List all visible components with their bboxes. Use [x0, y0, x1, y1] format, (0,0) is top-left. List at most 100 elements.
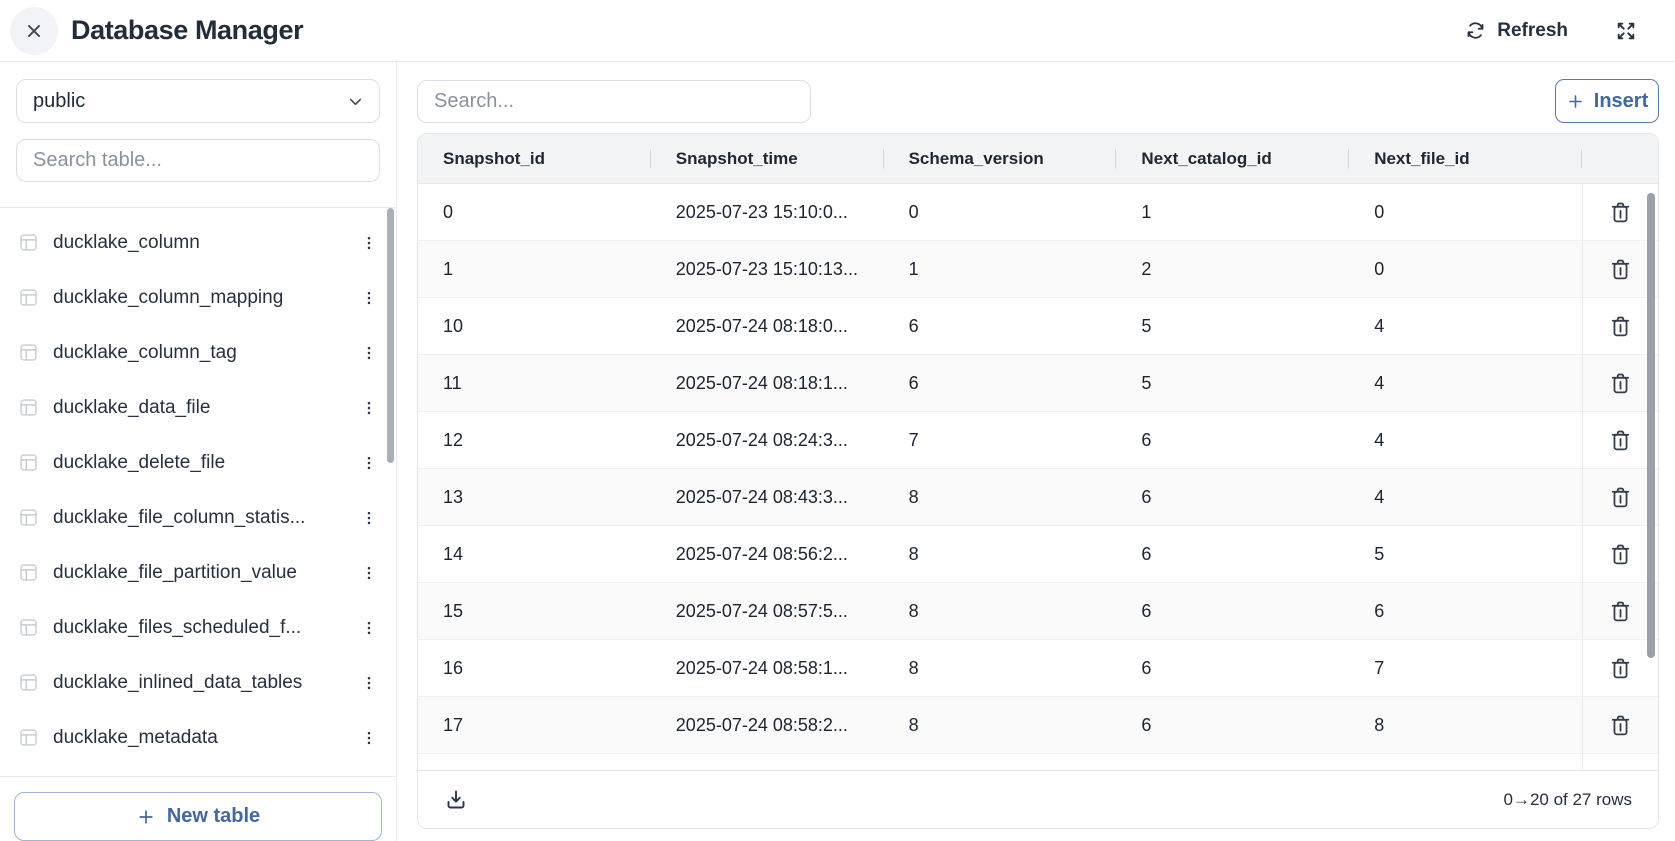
delete-row-button[interactable] [1604, 424, 1637, 457]
table-options-kebab-icon[interactable] [356, 723, 382, 753]
table-name: ducklake_data_file [53, 397, 342, 419]
table-name: ducklake_files_scheduled_f... [53, 617, 342, 639]
sidebar-table-item[interactable]: ducklake_delete_file [0, 435, 396, 490]
sidebar-table-item[interactable]: ducklake_file_partition_value [0, 545, 396, 600]
trash-icon [1608, 656, 1633, 681]
row-count-text: 0→20 of 27 rows [1503, 790, 1632, 810]
cell-next-catalog-id: 5 [1116, 373, 1349, 394]
table-options-kebab-icon[interactable] [356, 668, 382, 698]
table-row[interactable]: 13 2025-07-24 08:43:3... 8 6 4 [418, 469, 1658, 526]
table-search-input[interactable] [16, 139, 380, 182]
column-header-snapshot-time[interactable]: Snapshot_time [651, 149, 884, 169]
cell-snapshot-time: 2025-07-23 15:10:13... [651, 259, 884, 280]
sidebar-table-item[interactable]: ducklake_column [0, 215, 396, 270]
table-row[interactable]: 11 2025-07-24 08:18:1... 6 5 4 [418, 355, 1658, 412]
trash-icon [1608, 428, 1633, 453]
sidebar-table-item[interactable]: ducklake_metadata [0, 710, 396, 765]
column-header-snapshot-id[interactable]: Snapshot_id [418, 149, 651, 169]
table-body: 0 2025-07-23 15:10:0... 0 1 0 1 2025-07-… [418, 184, 1658, 770]
table-icon [18, 562, 39, 583]
cell-schema-version: 0 [884, 202, 1117, 223]
table-row[interactable]: 16 2025-07-24 08:58:1... 8 6 7 [418, 640, 1658, 697]
refresh-button[interactable]: Refresh [1465, 20, 1568, 42]
delete-row-button[interactable] [1604, 652, 1637, 685]
sidebar-table-item[interactable]: ducklake_data_file [0, 380, 396, 435]
search-input[interactable] [417, 80, 811, 123]
table-options-kebab-icon[interactable] [356, 228, 382, 258]
cell-next-catalog-id: 6 [1116, 544, 1349, 565]
table-scrollbar[interactable] [1647, 193, 1655, 658]
sidebar-table-item[interactable]: ducklake_files_scheduled_f... [0, 600, 396, 655]
delete-row-button[interactable] [1604, 595, 1637, 628]
trash-icon [1608, 257, 1633, 282]
cell-next-file-id: 4 [1349, 430, 1582, 451]
table-row[interactable]: 15 2025-07-24 08:57:5... 8 6 6 [418, 583, 1658, 640]
cell-schema-version: 8 [884, 601, 1117, 622]
table-footer: 0→20 of 27 rows [418, 770, 1658, 828]
table-options-kebab-icon[interactable] [356, 503, 382, 533]
table-row[interactable]: 17 2025-07-24 08:58:2... 8 6 8 [418, 697, 1658, 754]
cell-snapshot-id: 1 [418, 259, 651, 280]
table-row[interactable]: 12 2025-07-24 08:24:3... 7 6 4 [418, 412, 1658, 469]
table-options-kebab-icon[interactable] [356, 283, 382, 313]
table-icon [18, 617, 39, 638]
table-row[interactable]: 0 2025-07-23 15:10:0... 0 1 0 [418, 184, 1658, 241]
delete-row-button[interactable] [1604, 196, 1637, 229]
cell-schema-version: 7 [884, 430, 1117, 451]
table-options-kebab-icon[interactable] [356, 558, 382, 588]
table-icon [18, 672, 39, 693]
close-button[interactable] [10, 7, 58, 55]
sidebar-table-item[interactable]: ducklake_column_mapping [0, 270, 396, 325]
table-name: ducklake_file_column_statis... [53, 507, 342, 529]
table-name: ducklake_delete_file [53, 452, 342, 474]
sidebar-table-item[interactable]: ducklake_column_tag [0, 325, 396, 380]
cell-snapshot-id: 17 [418, 715, 651, 736]
delete-row-button[interactable] [1604, 310, 1637, 343]
download-button[interactable] [444, 788, 468, 812]
cell-snapshot-id: 12 [418, 430, 651, 451]
table-row[interactable]: 10 2025-07-24 08:18:0... 6 5 4 [418, 298, 1658, 355]
sidebar-scrollbar[interactable] [387, 208, 394, 463]
new-table-button[interactable]: New table [14, 792, 382, 841]
trash-icon [1608, 485, 1633, 510]
trash-icon [1608, 713, 1633, 738]
delete-row-button[interactable] [1604, 253, 1637, 286]
delete-row-button[interactable] [1604, 538, 1637, 571]
cell-next-file-id: 5 [1349, 544, 1582, 565]
trash-icon [1608, 200, 1633, 225]
cell-next-catalog-id: 6 [1116, 487, 1349, 508]
cell-next-catalog-id: 6 [1116, 430, 1349, 451]
sidebar-table-item[interactable]: ducklake_file_column_statis... [0, 490, 396, 545]
delete-row-button[interactable] [1604, 481, 1637, 514]
cell-next-file-id: 7 [1349, 658, 1582, 679]
table-options-kebab-icon[interactable] [356, 613, 382, 643]
schema-select[interactable]: public [16, 79, 380, 123]
table-icon [18, 287, 39, 308]
column-header-next-file-id[interactable]: Next_file_id [1349, 149, 1582, 169]
fullscreen-button[interactable] [1615, 20, 1637, 42]
column-header-next-catalog-id[interactable]: Next_catalog_id [1116, 149, 1349, 169]
cell-schema-version: 8 [884, 544, 1117, 565]
column-header-schema-version[interactable]: Schema_version [884, 149, 1117, 169]
cell-next-file-id: 8 [1349, 715, 1582, 736]
cell-schema-version: 1 [884, 259, 1117, 280]
table-options-kebab-icon[interactable] [356, 448, 382, 478]
table-row[interactable]: 14 2025-07-24 08:56:2... 8 6 5 [418, 526, 1658, 583]
cell-next-catalog-id: 5 [1116, 316, 1349, 337]
delete-row-button[interactable] [1604, 709, 1637, 742]
download-icon [444, 788, 468, 812]
trash-icon [1608, 371, 1633, 396]
table-row[interactable]: 1 2025-07-23 15:10:13... 1 2 0 [418, 241, 1658, 298]
cell-snapshot-id: 10 [418, 316, 651, 337]
refresh-icon [1465, 20, 1486, 41]
main-panel: Insert Snapshot_id Snapshot_time Schema_… [397, 62, 1675, 841]
table-options-kebab-icon[interactable] [356, 393, 382, 423]
cell-next-file-id: 4 [1349, 373, 1582, 394]
cell-schema-version: 8 [884, 658, 1117, 679]
table-options-kebab-icon[interactable] [356, 338, 382, 368]
delete-row-button[interactable] [1604, 367, 1637, 400]
plus-icon [136, 807, 156, 827]
cell-schema-version: 6 [884, 316, 1117, 337]
insert-button[interactable]: Insert [1555, 79, 1659, 123]
sidebar-table-item[interactable]: ducklake_inlined_data_tables [0, 655, 396, 710]
